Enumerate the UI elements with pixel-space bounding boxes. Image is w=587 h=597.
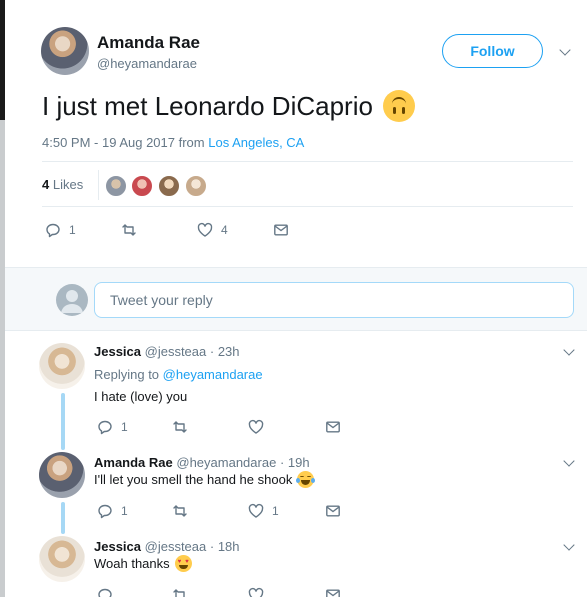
reply-count: 1: [121, 504, 128, 518]
reply-action[interactable]: 1: [97, 503, 128, 519]
replying-to-link[interactable]: @heyamandarae: [163, 367, 263, 382]
envelope-icon: [274, 224, 288, 236]
tweet-location-link[interactable]: Los Angeles, CA: [208, 135, 304, 150]
envelope-icon: [326, 421, 340, 433]
reply-header: Jessica @jessteaa · 18h: [94, 539, 240, 554]
envelope-icon: [326, 505, 340, 517]
retweet-icon: [173, 589, 185, 597]
reply-text-body: I hate (love) you: [94, 389, 188, 404]
reply-time[interactable]: · 18h: [210, 539, 240, 554]
avatar[interactable]: [39, 536, 85, 582]
likes-number: 4: [42, 177, 50, 192]
avatar[interactable]: [41, 27, 89, 75]
reply-text: I hate (love) you: [94, 389, 187, 404]
author-handle[interactable]: @heyamandarae: [97, 56, 197, 71]
current-user-avatar: [56, 284, 88, 316]
direct-message-action[interactable]: [325, 503, 341, 519]
likes-count[interactable]: 4 Likes: [42, 177, 83, 192]
retweet-action[interactable]: [172, 503, 196, 519]
tweet-text-body: I just met Leonardo DiCaprio: [42, 90, 373, 121]
retweet-icon: [173, 421, 187, 433]
heart-eyes-emoji-icon: ♥ ♥: [174, 555, 192, 572]
reply-header: Jessica @jessteaa · 23h: [94, 344, 240, 359]
thread-line: [61, 393, 65, 450]
retweet-icon: [122, 224, 136, 236]
tweet-meta: 4:50 PM - 19 Aug 2017 from Los Angeles, …: [42, 135, 304, 150]
reply-time[interactable]: · 23h: [210, 344, 240, 359]
author-handle[interactable]: @heyamandarae: [176, 455, 276, 470]
direct-message-action[interactable]: [325, 587, 341, 597]
upside-down-face-emoji-icon: [382, 90, 415, 122]
reply-time[interactable]: · 19h: [280, 455, 310, 470]
like-count: 1: [272, 504, 279, 518]
author-name[interactable]: Amanda Rae: [97, 33, 200, 53]
reply-text-body: Woah thanks: [94, 556, 170, 571]
author-name[interactable]: Jessica: [94, 539, 141, 554]
reply-text: I'll let you smell the hand he shook: [94, 471, 316, 488]
divider: [42, 206, 573, 207]
direct-message-action[interactable]: [273, 222, 289, 238]
reply-action[interactable]: 1: [45, 222, 76, 238]
envelope-icon: [326, 589, 340, 597]
reply-icon: [98, 420, 112, 435]
author-name[interactable]: Jessica: [94, 344, 141, 359]
tweet-timestamp[interactable]: 4:50 PM - 19 Aug 2017 from: [42, 135, 205, 150]
thread-line: [61, 502, 65, 534]
like-action[interactable]: [248, 419, 272, 435]
retweet-action[interactable]: [172, 419, 196, 435]
likes-divider: [98, 170, 99, 200]
avatar[interactable]: [39, 343, 85, 389]
liker-avatar[interactable]: [185, 175, 207, 197]
reply-icon: [98, 588, 112, 597]
replying-to: Replying to @heyamandarae: [94, 367, 263, 382]
like-action[interactable]: [248, 587, 272, 597]
follow-button[interactable]: Follow: [442, 34, 543, 68]
reply-count: 1: [121, 420, 128, 434]
reply-input[interactable]: [94, 282, 574, 318]
like-action[interactable]: 1: [248, 503, 279, 519]
like-count: 4: [221, 223, 228, 237]
heart-icon: [197, 222, 213, 237]
likes-label: Likes: [52, 177, 84, 192]
chevron-down-icon[interactable]: [559, 44, 571, 56]
chevron-down-icon[interactable]: [563, 344, 575, 356]
liker-avatar[interactable]: [105, 175, 127, 197]
reply-text-body: I'll let you smell the hand he shook: [94, 472, 293, 487]
reply-action[interactable]: 1: [97, 419, 128, 435]
author-handle[interactable]: @jessteaa: [145, 539, 207, 554]
tears-of-joy-emoji-icon: [296, 471, 316, 488]
avatar[interactable]: [39, 452, 85, 498]
replying-prefix: Replying to: [94, 367, 160, 382]
like-action[interactable]: 4: [197, 222, 228, 238]
author-handle[interactable]: @jessteaa: [145, 344, 207, 359]
reply-header: Amanda Rae @heyamandarae · 19h: [94, 455, 310, 470]
author-name[interactable]: Amanda Rae: [94, 455, 173, 470]
heart-icon: [248, 503, 264, 518]
heart-icon: [248, 587, 264, 597]
retweet-action[interactable]: [121, 222, 145, 238]
reply-icon: [98, 504, 112, 519]
retweet-action[interactable]: [172, 587, 196, 597]
default-user-icon: [61, 290, 83, 313]
direct-message-action[interactable]: [325, 419, 341, 435]
liker-avatar[interactable]: [158, 175, 180, 197]
heart-icon: [248, 419, 264, 434]
chevron-down-icon[interactable]: [563, 539, 575, 551]
retweet-icon: [173, 505, 187, 517]
divider: [42, 161, 573, 162]
reply-text: Woah thanks ♥ ♥: [94, 555, 192, 572]
liker-avatar[interactable]: [131, 175, 153, 197]
chevron-down-icon[interactable]: [563, 455, 575, 467]
reply-action[interactable]: [97, 587, 121, 597]
tweet-text: I just met Leonardo DiCaprio: [42, 90, 415, 122]
reply-icon: [46, 223, 60, 238]
reply-count: 1: [69, 223, 76, 237]
main-tweet: Amanda Rae @heyamandarae Follow I just m…: [5, 0, 587, 267]
reply-composer: [5, 267, 587, 331]
